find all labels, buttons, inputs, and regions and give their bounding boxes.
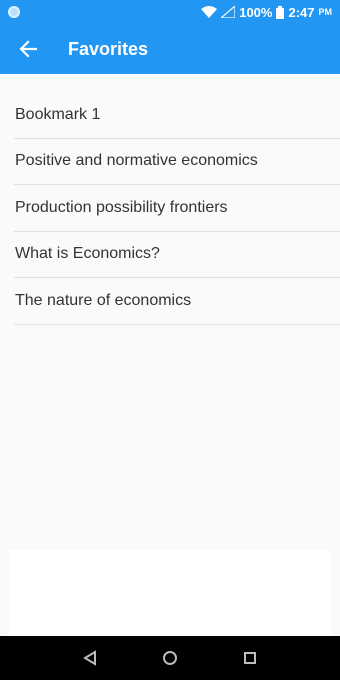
triangle-back-icon [83,650,96,666]
square-recent-icon [244,652,256,664]
notification-icon [8,6,20,18]
nav-recent-button[interactable] [230,638,270,678]
favorite-item[interactable]: Positive and normative economics [14,139,340,185]
wifi-icon [201,6,218,18]
nav-home-button[interactable] [150,638,190,678]
circle-home-icon [163,651,177,665]
arrow-left-icon [19,40,37,58]
back-button[interactable] [0,24,56,74]
page-title: Favorites [68,38,149,59]
favorites-list: Bookmark 1 Positive and normative econom… [14,92,340,325]
system-nav-bar [0,636,340,680]
favorite-item[interactable]: What is Economics? [14,232,340,278]
ad-banner[interactable] [9,550,331,636]
favorite-item[interactable]: Production possibility frontiers [14,185,340,232]
nav-back-button[interactable] [70,638,110,678]
favorite-item[interactable]: Bookmark 1 [14,92,340,139]
clock-ampm: PM [318,7,333,17]
status-bar: 100% 2:47 PM [0,0,340,24]
signal-icon [221,6,236,18]
battery-icon [276,5,285,19]
favorite-item[interactable]: The nature of economics [14,278,340,325]
clock-time: 2:47 [288,4,315,20]
app-bar: Favorites [0,24,340,74]
battery-percent: 100% [239,4,273,20]
